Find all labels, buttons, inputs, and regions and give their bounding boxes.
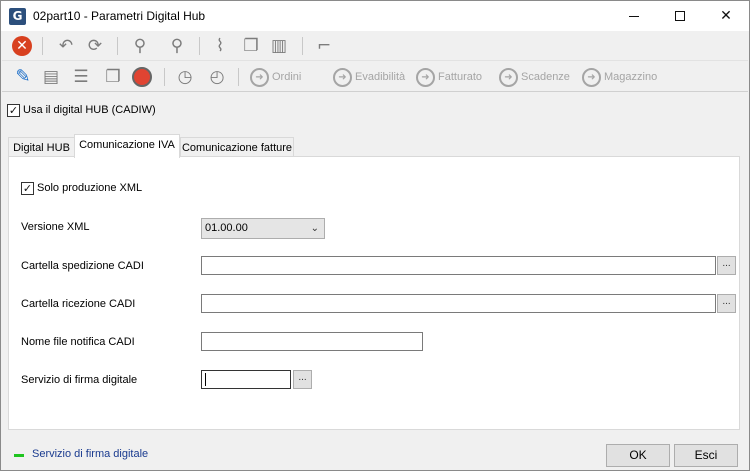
nav-evadibilita-button[interactable]: ➜ Evadibilità [333, 67, 405, 87]
document-icon: ▤ [42, 66, 60, 87]
history-back-icon: ◴ [209, 66, 225, 87]
minimize-button[interactable] [611, 1, 657, 31]
nav-magazzino-button[interactable]: ➜ Magazzino [582, 67, 657, 87]
toolbar-separator [199, 37, 200, 55]
main-toolbar: ✕ ↶ ⟳ ⚲ ⚲ ⌇ ❐ ▥ ⌐ [2, 31, 748, 61]
arrow-circle-icon: ➜ [250, 67, 269, 87]
tab-panel: ✓ Solo produzione XML Versione XML 01.00… [8, 156, 740, 430]
nome-file-notifica-input[interactable] [201, 332, 423, 351]
cartella-spedizione-input[interactable] [201, 256, 716, 275]
versione-xml-value: 01.00.00 [205, 222, 248, 234]
binoculars-next-icon: ⚲ [170, 35, 184, 56]
minimize-icon [629, 15, 639, 17]
refresh-icon: ⟳ [87, 35, 103, 56]
toolbar-separator [238, 68, 239, 86]
maximize-icon [675, 11, 685, 21]
layout-button[interactable]: ▥ [268, 35, 290, 57]
tab-comunicazione-iva[interactable]: Comunicazione IVA [74, 134, 180, 158]
cartella-ricezione-label: Cartella ricezione CADI [21, 298, 136, 310]
cartella-ricezione-input[interactable] [201, 294, 716, 313]
nav-fatturato-button[interactable]: ➜ Fatturato [416, 67, 482, 87]
list-button[interactable]: ☰ [70, 66, 92, 88]
close-window-button[interactable]: ✕ [703, 1, 749, 31]
nav-fatturato-label: Fatturato [438, 71, 483, 83]
window-title: 02part10 - Parametri Digital Hub [33, 9, 206, 23]
servizio-firma-input[interactable] [201, 370, 291, 389]
refresh-button[interactable]: ⟳ [84, 35, 106, 57]
use-digital-hub-checkbox[interactable]: ✓ [7, 104, 20, 117]
list-icon: ☰ [73, 66, 89, 87]
close-circle-icon: ✕ [12, 36, 32, 56]
status-text: Servizio di firma digitale [32, 448, 149, 460]
arrow-circle-icon: ➜ [499, 67, 518, 87]
text-caret [205, 373, 206, 386]
status-indicator-icon [14, 454, 24, 457]
title-bar: G 02part10 - Parametri Digital Hub ✕ [1, 1, 749, 31]
versione-xml-label: Versione XML [21, 221, 90, 233]
history-back-button[interactable]: ◴ [206, 66, 228, 88]
app-icon: G [9, 8, 26, 25]
nav-ordini-label: Ordini [272, 71, 302, 83]
nav-scadenze-label: Scadenze [521, 71, 570, 83]
note-icon: ⌐ [316, 35, 332, 56]
nav-evadibilita-label: Evadibilità [355, 71, 406, 83]
ok-button[interactable]: OK [606, 444, 670, 467]
tab-comunicazione-fatture[interactable]: Comunicazione fatture [180, 137, 294, 158]
nav-scadenze-button[interactable]: ➜ Scadenze [499, 67, 570, 87]
note-button[interactable]: ⌐ [313, 35, 335, 57]
paperclip-icon: ⌇ [215, 35, 225, 56]
exit-button[interactable]: ✕ [11, 35, 33, 57]
toolbar-separator [164, 68, 165, 86]
find-next-button[interactable]: ⚲ [166, 35, 188, 57]
use-digital-hub-label: Usa il digital HUB (CADIW) [23, 104, 156, 116]
solo-xml-checkbox[interactable]: ✓ [21, 182, 34, 195]
close-icon: ✕ [720, 8, 732, 24]
toolbar-separator [117, 37, 118, 55]
cartella-spedizione-browse-button[interactable]: ... [717, 256, 736, 275]
copy-docs-icon: ❐ [243, 35, 259, 56]
document-button[interactable]: ▤ [40, 66, 62, 88]
arrow-circle-icon: ➜ [582, 67, 601, 87]
arrow-circle-icon: ➜ [333, 67, 352, 87]
copy-docs-button[interactable]: ❐ [240, 35, 262, 57]
face-button[interactable] [131, 66, 153, 88]
find-button[interactable]: ⚲ [129, 35, 151, 57]
cartella-spedizione-label: Cartella spedizione CADI [21, 260, 144, 272]
esci-button[interactable]: Esci [674, 444, 738, 467]
history-icon: ◷ [177, 66, 193, 87]
chevron-down-icon: ⌄ [310, 223, 319, 234]
secondary-toolbar: ✎ ▤ ☰ ❐ ◷ ◴ ➜ Ordini ➜ Evadibilità ➜ Fat… [2, 62, 748, 92]
solo-xml-label: Solo produzione XML [37, 182, 143, 194]
toolbar-separator [42, 37, 43, 55]
attach-button[interactable]: ⌇ [209, 35, 231, 57]
undo-icon: ↶ [58, 35, 74, 56]
layout-icon: ▥ [270, 35, 288, 56]
nome-file-notifica-label: Nome file notifica CADI [21, 336, 135, 348]
binoculars-icon: ⚲ [133, 35, 147, 56]
copy-icon: ❐ [105, 66, 121, 87]
dialog-window: G 02part10 - Parametri Digital Hub ✕ ✕ ↶… [0, 0, 750, 471]
arrow-circle-icon: ➜ [416, 67, 435, 87]
toolbar-separator [302, 37, 303, 55]
versione-xml-select[interactable]: 01.00.00 ⌄ [201, 218, 325, 239]
face-icon [132, 67, 152, 87]
history-button[interactable]: ◷ [174, 66, 196, 88]
tab-digital-hub[interactable]: Digital HUB [8, 137, 75, 158]
servizio-firma-label: Servizio di firma digitale [21, 374, 138, 386]
copy-button[interactable]: ❐ [102, 66, 124, 88]
cartella-ricezione-browse-button[interactable]: ... [717, 294, 736, 313]
maximize-button[interactable] [657, 1, 703, 31]
servizio-firma-browse-button[interactable]: ... [293, 370, 312, 389]
nav-magazzino-label: Magazzino [604, 71, 658, 83]
pencil-icon: ✎ [15, 66, 31, 87]
undo-button[interactable]: ↶ [55, 35, 77, 57]
edit-button[interactable]: ✎ [12, 66, 34, 88]
nav-ordini-button[interactable]: ➜ Ordini [250, 67, 301, 87]
